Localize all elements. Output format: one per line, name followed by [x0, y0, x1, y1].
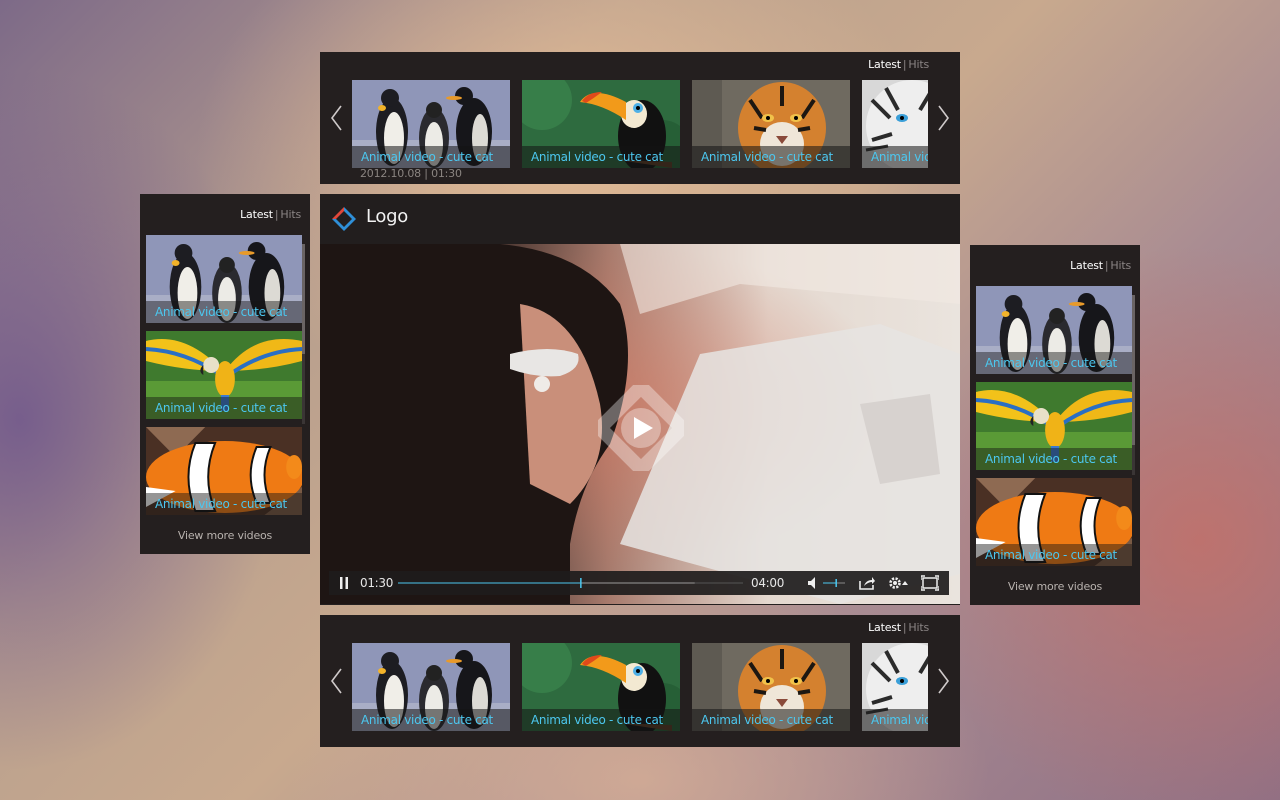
- next-arrow-icon[interactable]: [936, 103, 952, 133]
- seek-bar[interactable]: [398, 577, 743, 589]
- video-thumbnail[interactable]: Animal video - cute cat: [522, 643, 680, 731]
- video-date-duration: 2012.10.08 | 01:30: [360, 167, 462, 180]
- video-frame[interactable]: 01:30 04:00: [320, 244, 960, 604]
- prev-arrow-icon[interactable]: [328, 666, 344, 696]
- right-video-list: Latest | Hits Animal video - cute cat Anim…: [970, 245, 1140, 605]
- left-video-list: Latest | Hits Animal video - cute cat Anim…: [140, 194, 310, 554]
- strip-tabs: Latest | Hits: [868, 621, 929, 634]
- scrollbar-thumb[interactable]: [302, 244, 305, 354]
- video-thumbnail[interactable]: Animal video - cute cat: [522, 80, 680, 168]
- tab-latest[interactable]: Latest: [868, 58, 901, 71]
- thumbnail-title[interactable]: Animal video - cute cat: [522, 146, 680, 168]
- tab-hits[interactable]: Hits: [908, 58, 929, 71]
- video-thumbnail[interactable]: Animal video - cute cat: [352, 643, 510, 731]
- fullscreen-icon[interactable]: [921, 575, 939, 591]
- video-thumbnail[interactable]: Animal video - cute cat: [862, 643, 928, 731]
- thumbnail-title[interactable]: Animal video - cute cat: [976, 448, 1132, 470]
- tab-latest[interactable]: Latest: [1070, 259, 1103, 272]
- thumbnail-title[interactable]: Animal video - cute cat: [352, 709, 510, 731]
- strip-tabs: Latest | Hits: [868, 58, 929, 71]
- video-player: Logo 01:30 04:00: [320, 194, 960, 605]
- tab-hits[interactable]: Hits: [908, 621, 929, 634]
- player-controls: 01:30 04:00: [329, 571, 949, 595]
- list-scrollbar[interactable]: [302, 244, 305, 424]
- strip-viewport: Animal video - cute cat Animal video - c…: [352, 80, 928, 168]
- thumbnail-title[interactable]: Animal video - cute cat: [146, 493, 302, 515]
- pause-icon[interactable]: [335, 575, 353, 591]
- video-thumbnail[interactable]: Animal video - cute cat: [146, 235, 302, 323]
- top-video-strip: Latest | Hits Animal video - cute cat Anim…: [320, 52, 960, 184]
- tab-latest[interactable]: Latest: [240, 208, 273, 221]
- volume-slider[interactable]: [823, 577, 845, 589]
- thumbnail-title[interactable]: Animal video - cute cat: [976, 352, 1132, 374]
- tab-separator: |: [902, 58, 907, 71]
- play-icon[interactable]: [598, 385, 684, 471]
- thumbnail-title[interactable]: Animal video - cute cat: [352, 146, 510, 168]
- view-more-link[interactable]: View more videos: [970, 580, 1140, 593]
- tab-separator: |: [274, 208, 279, 221]
- thumbnail-title[interactable]: Animal video - cute cat: [976, 544, 1132, 566]
- thumbnail-title[interactable]: Animal video - cute cat: [862, 146, 928, 168]
- video-thumbnail[interactable]: Animal video - cute cat: [862, 80, 928, 168]
- thumbnail-title[interactable]: Animal video - cute cat: [692, 146, 850, 168]
- logo-text[interactable]: Logo: [366, 206, 408, 227]
- thumbnail-title[interactable]: Animal video - cute cat: [692, 709, 850, 731]
- list-tabs: Latest | Hits: [1070, 259, 1131, 272]
- prev-arrow-icon[interactable]: [328, 103, 344, 133]
- video-thumbnail[interactable]: Animal video - cute cat: [146, 427, 302, 515]
- volume-icon[interactable]: [806, 575, 824, 591]
- view-more-link[interactable]: View more videos: [140, 529, 310, 542]
- video-thumbnail[interactable]: Animal video - cute cat: [692, 643, 850, 731]
- thumbnail-title[interactable]: Animal video - cute cat: [146, 301, 302, 323]
- video-thumbnail[interactable]: Animal video - cute cat: [976, 382, 1132, 470]
- player-header: Logo: [320, 194, 960, 244]
- scrollbar-thumb[interactable]: [1132, 295, 1135, 445]
- share-icon[interactable]: [858, 575, 876, 591]
- thumbnail-title[interactable]: Animal video - cute cat: [522, 709, 680, 731]
- tab-separator: |: [902, 621, 907, 634]
- tab-separator: |: [1104, 259, 1109, 272]
- bottom-video-strip: Latest | Hits Animal video - cute cat Anim…: [320, 615, 960, 747]
- tab-hits[interactable]: Hits: [280, 208, 301, 221]
- video-thumbnail[interactable]: Animal video - cute cat: [692, 80, 850, 168]
- duration-time: 04:00: [751, 576, 785, 590]
- video-thumbnail[interactable]: Animal video - cute cat: [976, 478, 1132, 566]
- current-time: 01:30: [360, 576, 394, 590]
- thumbnail-title[interactable]: Animal video - cute cat: [146, 397, 302, 419]
- video-thumbnail[interactable]: Animal video - cute cat: [352, 80, 510, 168]
- tab-hits[interactable]: Hits: [1110, 259, 1131, 272]
- tab-latest[interactable]: Latest: [868, 621, 901, 634]
- list-tabs: Latest | Hits: [240, 208, 301, 221]
- strip-viewport: Animal video - cute cat Animal video - c…: [352, 643, 928, 731]
- thumbnail-title[interactable]: Animal video - cute cat: [862, 709, 928, 731]
- video-thumbnail[interactable]: Animal video - cute cat: [146, 331, 302, 419]
- logo-icon[interactable]: [331, 206, 357, 232]
- settings-icon[interactable]: [887, 575, 909, 591]
- video-thumbnail[interactable]: Animal video - cute cat: [976, 286, 1132, 374]
- next-arrow-icon[interactable]: [936, 666, 952, 696]
- list-scrollbar[interactable]: [1132, 295, 1135, 475]
